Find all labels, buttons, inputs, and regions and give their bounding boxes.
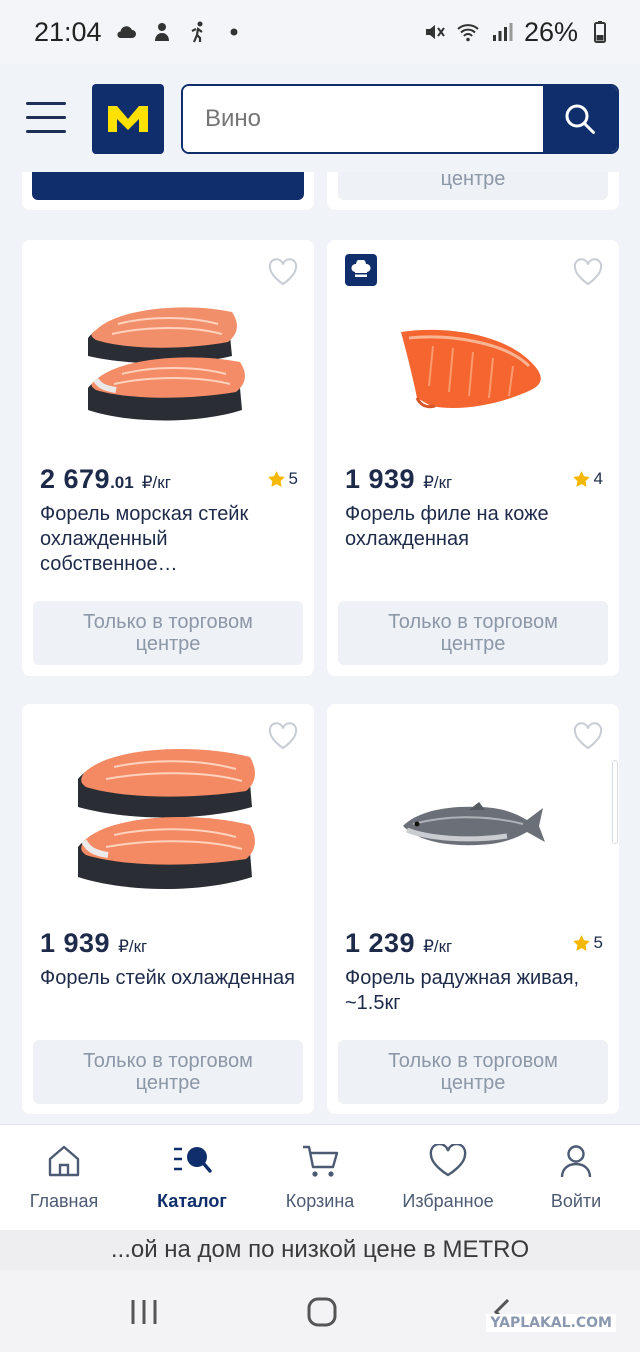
price-main: 2 679 — [40, 464, 111, 494]
rating: 5 — [572, 933, 603, 953]
availability-text-line1: Только в торговом — [388, 1050, 558, 1072]
recent-apps-button[interactable] — [124, 1292, 164, 1332]
product-image[interactable] — [367, 734, 579, 914]
price-main: 1 939 — [345, 464, 416, 494]
nav-item-catalog[interactable]: Каталог — [128, 1125, 256, 1230]
system-navigation-bar: YAPLAKAL.COM — [0, 1270, 640, 1352]
product-title[interactable]: Форель радужная живая, ~1.5кг — [345, 966, 603, 1016]
scrollbar-thumb[interactable] — [612, 760, 618, 844]
product-card[interactable]: 1 239 ₽/кг 5 Форель радужная живая, ~1.5… — [327, 704, 619, 1114]
price-row: 1 939 ₽/кг 4 — [345, 464, 603, 495]
rating-value: 5 — [593, 933, 603, 952]
user-icon — [560, 1145, 592, 1178]
trout-steak-image — [88, 307, 245, 421]
product-title[interactable]: Форель филе на коже охлажденная — [345, 502, 603, 552]
search-button[interactable] — [543, 86, 617, 152]
nav-item-home[interactable]: Главная — [0, 1125, 128, 1230]
product-title[interactable]: Форель морская стейк охлажденный собстве… — [40, 502, 298, 577]
heart-icon — [429, 1144, 467, 1177]
price-decimal: .01 — [110, 473, 134, 492]
availability-button: Только в торговом центре — [33, 1040, 303, 1104]
nav-label: Каталог — [157, 1191, 227, 1211]
product-list: центре 2 679 .01 ₽/кг 5 Форель морская с… — [0, 172, 640, 1124]
product-image[interactable] — [62, 280, 274, 460]
running-man-icon — [191, 21, 203, 43]
availability-text-line2: центре — [135, 633, 201, 655]
dot-icon — [230, 28, 238, 36]
home-circle-icon — [307, 1297, 337, 1327]
search-input[interactable] — [183, 86, 543, 152]
battery-icon — [594, 21, 606, 43]
product-card-partial[interactable] — [22, 172, 314, 210]
price-row: 1 239 ₽/кг 5 — [345, 928, 603, 959]
home-system-button[interactable] — [302, 1292, 342, 1332]
rating: 4 — [572, 469, 603, 489]
battery-percent: 26% — [523, 16, 578, 47]
signal-icon — [492, 23, 513, 41]
status-bar: 21:04 26% — [0, 0, 640, 64]
page-title-banner: ...ой на дом по низкой цене в METRO — [0, 1230, 640, 1270]
availability-text-line1: Только в торговом — [83, 1050, 253, 1072]
search-bar — [181, 84, 619, 154]
price-unit: ₽/кг — [423, 473, 453, 492]
availability-text: центре — [440, 172, 506, 190]
availability-text-line2: центре — [440, 633, 506, 655]
trout-steak-image — [78, 749, 255, 889]
character-icon — [154, 23, 169, 41]
nav-label: Главная — [29, 1191, 99, 1211]
availability-button: центре — [338, 172, 608, 200]
price-row: 1 939 ₽/кг — [40, 928, 298, 959]
bottom-navigation: Главная Каталог Корзина Избранное Войти — [0, 1124, 640, 1230]
hamburger-menu-button[interactable] — [22, 100, 70, 136]
nav-item-login[interactable]: Войти — [512, 1125, 640, 1230]
rating-value: 5 — [288, 469, 298, 488]
wifi-icon — [457, 24, 479, 42]
product-image[interactable] — [367, 280, 579, 460]
availability-text-line1: Только в торговом — [388, 611, 558, 633]
rainbow-trout-image — [403, 802, 545, 846]
add-to-cart-button[interactable] — [32, 172, 304, 200]
cart-icon — [303, 1145, 339, 1177]
app-header — [0, 64, 640, 172]
nav-label: Войти — [550, 1191, 602, 1211]
trout-fillet-image — [401, 329, 541, 409]
product-card[interactable]: 2 679 .01 ₽/кг 5 Форель морская стейк ох… — [22, 240, 314, 676]
price-unit: ₽/кг — [118, 937, 148, 956]
nav-item-favorites[interactable]: Избранное — [384, 1125, 512, 1230]
product-title[interactable]: Форель стейк охлажденная — [40, 966, 298, 991]
price-unit: ₽/кг — [141, 473, 171, 492]
availability-text-line2: центре — [135, 1072, 201, 1094]
nav-item-cart[interactable]: Корзина — [256, 1125, 384, 1230]
search-icon — [565, 104, 595, 134]
status-time: 21:04 — [34, 16, 102, 47]
recent-apps-icon — [131, 1300, 157, 1324]
product-card[interactable]: 1 939 ₽/кг Форель стейк охлажденная Толь… — [22, 704, 314, 1114]
price-unit: ₽/кг — [423, 937, 453, 956]
availability-text-line1: Только в торговом — [83, 611, 253, 633]
nav-label: Корзина — [285, 1191, 355, 1211]
watermark: YAPLAKAL.COM — [486, 1314, 616, 1332]
metro-logo[interactable] — [92, 84, 164, 154]
rating: 5 — [267, 469, 298, 489]
product-card-partial[interactable]: центре — [327, 172, 619, 210]
mute-icon — [425, 25, 445, 39]
cloud-icon — [117, 26, 136, 38]
star-icon — [267, 470, 285, 487]
nav-label: Избранное — [402, 1191, 494, 1211]
star-icon — [572, 470, 590, 487]
price-row: 2 679 .01 ₽/кг 5 — [40, 464, 298, 495]
metro-m-logo-icon — [108, 106, 148, 132]
rating-value: 4 — [593, 469, 603, 488]
price-main: 1 939 — [40, 928, 111, 958]
availability-button: Только в торговом центре — [33, 601, 303, 665]
product-card[interactable]: 1 939 ₽/кг 4 Форель филе на коже охлажде… — [327, 240, 619, 676]
availability-button: Только в торговом центре — [338, 1040, 608, 1104]
star-icon — [572, 934, 590, 951]
product-image[interactable] — [62, 734, 274, 914]
availability-text-line2: центре — [440, 1072, 506, 1094]
price-main: 1 239 — [345, 928, 416, 958]
catalog-search-icon — [174, 1147, 212, 1173]
availability-button: Только в торговом центре — [338, 601, 608, 665]
home-icon — [48, 1145, 80, 1177]
